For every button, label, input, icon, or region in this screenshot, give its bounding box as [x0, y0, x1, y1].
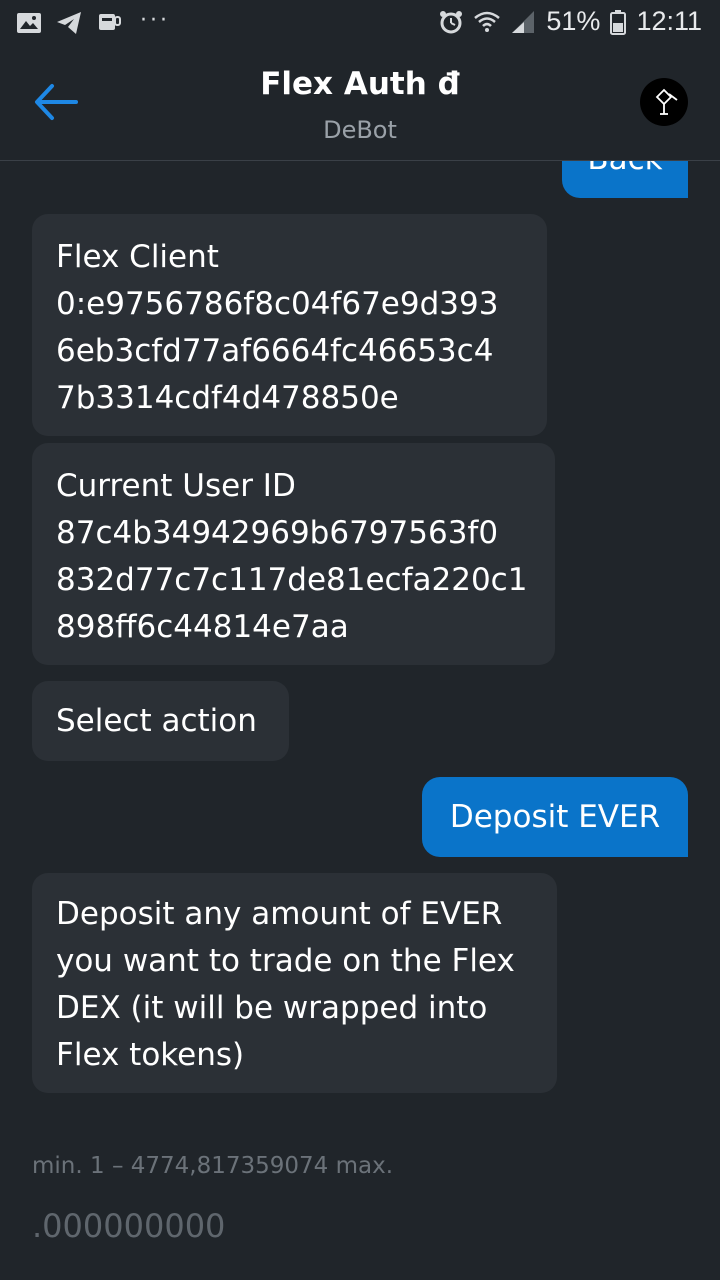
- chat-header: Flex Auth đ DeBot: [0, 48, 720, 161]
- message-line: 898ff6c44814e7aa: [56, 609, 349, 645]
- telegram-icon: [57, 12, 81, 34]
- alarm-icon: [440, 10, 463, 33]
- status-bar-right: 51% 12:11: [438, 6, 702, 37]
- message-outgoing-back: Back: [562, 161, 688, 198]
- message-line: DEX (it will be wrapped into: [56, 990, 488, 1026]
- amount-input[interactable]: [32, 1201, 688, 1251]
- message-line: 832d77c7c117de81ecfa220c1: [56, 562, 528, 598]
- message-line: 7b3314cdf4d478850e: [56, 380, 399, 416]
- more-notifications-icon: ···: [140, 7, 170, 33]
- debot-avatar[interactable]: [640, 78, 688, 126]
- amount-limits-hint: min. 1 – 4774,817359074 max.: [32, 1153, 394, 1179]
- debot-logo-icon: [655, 88, 678, 115]
- message-line: Current User ID: [56, 468, 296, 504]
- message-incoming-flex-client: Flex Client 0:e9756786f8c04f67e9d393 6eb…: [32, 214, 547, 436]
- chat-subtitle: DeBot: [323, 116, 397, 144]
- debot-chat-screen: ··· 51% 12:11 Flex Client 0:e9756786f8c0…: [0, 0, 720, 1280]
- signal-icon: [512, 10, 535, 33]
- message-outgoing-deposit-ever: Deposit EVER: [422, 777, 688, 857]
- battery-percent: 51%: [546, 6, 601, 36]
- message-line: 6eb3cfd77af6664fc46653c4: [56, 333, 494, 369]
- message-incoming-current-user-id: Current User ID 87c4b34942969b6797563f0 …: [32, 443, 555, 665]
- status-bar: ··· 51% 12:11: [0, 0, 720, 48]
- message-incoming-deposit-info: Deposit any amount of EVER you want to t…: [32, 873, 557, 1093]
- message-line: 0:e9756786f8c04f67e9d393: [56, 286, 499, 322]
- message-text: Back: [587, 161, 662, 177]
- battery-icon: [610, 9, 627, 35]
- wifi-icon: [474, 11, 501, 32]
- message-line: you want to trade on the Flex: [56, 943, 515, 979]
- message-text: Select action: [56, 703, 257, 739]
- message-line: Flex tokens): [56, 1037, 245, 1073]
- message-line: Flex Client: [56, 239, 219, 275]
- message-text: Deposit EVER: [449, 799, 661, 835]
- cup-icon: [99, 14, 121, 30]
- message-list[interactable]: Back Flex Client 0:e9756786f8c04f67e9d39…: [0, 161, 720, 1280]
- gallery-icon: [17, 13, 41, 33]
- chat-title: Flex Auth đ: [260, 66, 460, 102]
- message-incoming-select-action: Select action: [32, 681, 289, 761]
- message-line: 87c4b34942969b6797563f0: [56, 515, 499, 551]
- status-bar-left: ···: [16, 7, 170, 36]
- message-line: Deposit any amount of EVER: [56, 896, 503, 932]
- clock: 12:11: [636, 6, 702, 36]
